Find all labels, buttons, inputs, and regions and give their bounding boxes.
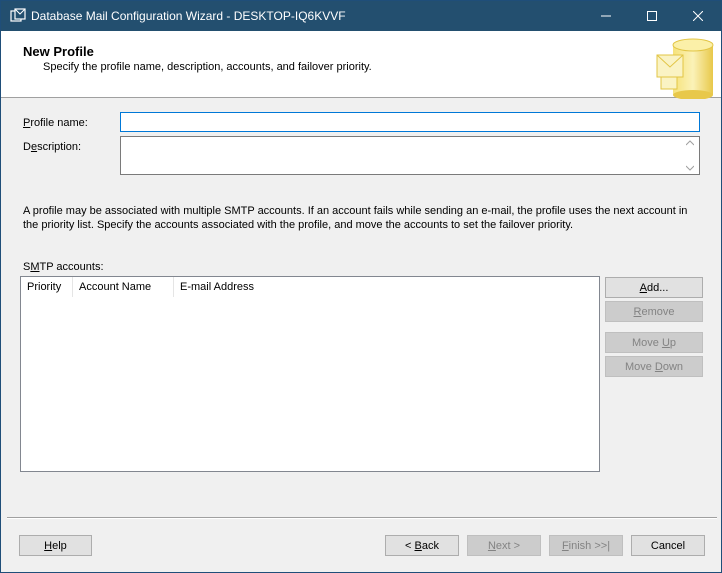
- minimize-icon: [601, 15, 611, 17]
- database-mail-graphic: [656, 38, 714, 99]
- move-up-button[interactable]: Move Up: [605, 332, 703, 353]
- move-down-button[interactable]: Move Down: [605, 356, 703, 377]
- scroll-up-icon[interactable]: [686, 140, 694, 146]
- add-button[interactable]: Add...: [605, 277, 703, 298]
- wizard-window: Database Mail Configuration Wizard - DES…: [0, 0, 722, 573]
- smtp-accounts-label: SMTP accounts:: [23, 261, 104, 273]
- smtp-accounts-list[interactable]: Priority Account Name E-mail Address: [20, 276, 600, 472]
- wizard-header: New Profile Specify the profile name, de…: [1, 31, 721, 99]
- column-account-name[interactable]: Account Name: [73, 277, 174, 297]
- back-button[interactable]: < Back: [385, 535, 459, 556]
- column-email-address[interactable]: E-mail Address: [174, 277, 434, 297]
- profile-name-label: Profile name:: [23, 117, 88, 129]
- window-title: Database Mail Configuration Wizard - DES…: [31, 9, 346, 23]
- next-button[interactable]: Next >: [467, 535, 541, 556]
- finish-button[interactable]: Finish >>|: [549, 535, 623, 556]
- description-scrollbar[interactable]: [682, 138, 698, 173]
- scroll-down-icon[interactable]: [686, 165, 694, 171]
- cancel-button[interactable]: Cancel: [631, 535, 705, 556]
- title-bar: Database Mail Configuration Wizard - DES…: [1, 1, 721, 31]
- minimize-button[interactable]: [583, 1, 629, 31]
- list-header: Priority Account Name E-mail Address: [21, 277, 599, 297]
- page-subtitle: Specify the profile name, description, a…: [43, 61, 372, 73]
- column-priority[interactable]: Priority: [21, 277, 73, 297]
- description-textarea[interactable]: [120, 136, 700, 175]
- profile-name-input[interactable]: [120, 112, 700, 132]
- page-title: New Profile: [23, 44, 94, 59]
- remove-button[interactable]: Remove: [605, 301, 703, 322]
- database-mail-icon: [10, 8, 26, 22]
- maximize-icon: [647, 11, 657, 21]
- close-icon: [693, 11, 703, 21]
- help-button[interactable]: Help: [19, 535, 92, 556]
- info-text: A profile may be associated with multipl…: [23, 205, 688, 231]
- maximize-button[interactable]: [629, 1, 675, 31]
- close-button[interactable]: [675, 1, 721, 31]
- description-label: Description:: [23, 141, 82, 153]
- footer-separator-highlight: [7, 518, 717, 519]
